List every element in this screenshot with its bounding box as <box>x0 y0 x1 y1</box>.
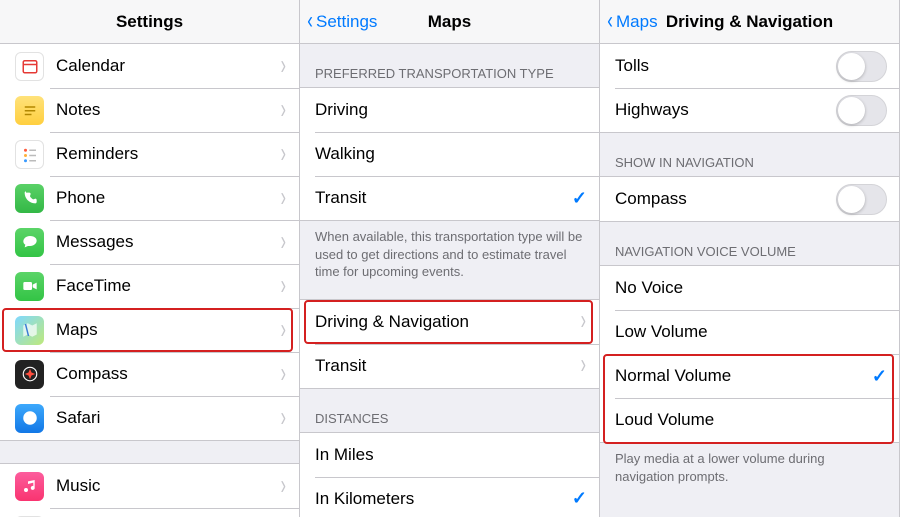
page-title: Maps <box>428 12 471 32</box>
row-label: Notes <box>56 100 280 120</box>
row-label: Low Volume <box>615 322 887 342</box>
music-icon <box>15 472 44 501</box>
transport-option-driving[interactable]: Driving <box>300 88 599 132</box>
maps-icon <box>15 316 44 345</box>
row-label: In Kilometers <box>315 489 572 509</box>
chevron-right-icon: › <box>581 306 586 338</box>
row-label: Tolls <box>615 56 836 76</box>
driving-nav-panel: ‹ Maps Driving & Navigation Tolls Highway… <box>600 0 900 517</box>
chevron-right-icon: › <box>281 226 286 258</box>
section-footer-transport: When available, this transportation type… <box>300 221 599 289</box>
volume-option-normal-volume[interactable]: Normal Volume✓ <box>600 354 899 398</box>
notes-icon <box>15 96 44 125</box>
back-button[interactable]: ‹ Maps <box>606 0 658 44</box>
chevron-right-icon: › <box>281 50 286 82</box>
settings-row-notes[interactable]: Notes› <box>0 88 299 132</box>
chevron-right-icon: › <box>281 402 286 434</box>
compass-icon <box>15 360 44 389</box>
settings-row-phone[interactable]: Phone› <box>0 176 299 220</box>
row-label: Phone <box>56 188 280 208</box>
row-label: Highways <box>615 100 836 120</box>
navbar: ‹ Maps Driving & Navigation <box>600 0 899 44</box>
calendar-icon <box>15 52 44 81</box>
distance-option-in-miles[interactable]: In Miles <box>300 433 599 477</box>
avoid-toggle-tolls: Tolls <box>600 44 899 88</box>
chevron-right-icon: › <box>281 358 286 390</box>
row-label: Calendar <box>56 56 280 76</box>
nav-row-driving-navigation[interactable]: Driving & Navigation› <box>300 300 599 344</box>
row-label: No Voice <box>615 278 887 298</box>
chevron-right-icon: › <box>281 94 286 126</box>
section-header-volume: NAVIGATION VOICE VOLUME <box>600 222 899 265</box>
section-footer-volume: Play media at a lower volume during navi… <box>600 443 899 493</box>
row-label: Transit <box>315 356 580 376</box>
row-label: Maps <box>56 320 280 340</box>
settings-row-maps[interactable]: Maps› <box>0 308 299 352</box>
settings-panel: Settings Calendar›Notes›Reminders›Phone›… <box>0 0 300 517</box>
volume-option-no-voice[interactable]: No Voice <box>600 266 899 310</box>
chevron-right-icon: › <box>581 350 586 382</box>
chevron-right-icon: › <box>281 270 286 302</box>
row-label: In Miles <box>315 445 587 465</box>
settings-row-messages[interactable]: Messages› <box>0 220 299 264</box>
row-label: Compass <box>615 189 836 209</box>
chevron-left-icon: ‹ <box>607 9 613 33</box>
messages-icon <box>15 228 44 257</box>
transport-option-transit[interactable]: Transit✓ <box>300 176 599 220</box>
back-label: Maps <box>616 12 658 32</box>
settings-row-compass[interactable]: Compass› <box>0 352 299 396</box>
navbar: ‹ Settings Maps <box>300 0 599 44</box>
chevron-left-icon: ‹ <box>307 9 313 33</box>
volume-option-loud-volume[interactable]: Loud Volume <box>600 398 899 442</box>
row-label: Messages <box>56 232 280 252</box>
settings-row-reminders[interactable]: Reminders› <box>0 132 299 176</box>
navbar: Settings <box>0 0 299 44</box>
show-toggle-compass: Compass <box>600 177 899 221</box>
maps-settings-panel: ‹ Settings Maps PREFERRED TRANSPORTATION… <box>300 0 600 517</box>
reminders-icon <box>15 140 44 169</box>
section-header-transport: PREFERRED TRANSPORTATION TYPE <box>300 44 599 87</box>
phone-icon <box>15 184 44 213</box>
section-header-show: SHOW IN NAVIGATION <box>600 133 899 176</box>
section-header-distances: DISTANCES <box>300 389 599 432</box>
safari-icon <box>15 404 44 433</box>
page-title: Settings <box>116 12 183 32</box>
toggle-switch[interactable] <box>836 51 887 82</box>
row-label: Driving <box>315 100 587 120</box>
row-label: Music <box>56 476 280 496</box>
avoid-toggle-highways: Highways <box>600 88 899 132</box>
row-label: Safari <box>56 408 280 428</box>
row-label: Normal Volume <box>615 366 872 386</box>
back-label: Settings <box>316 12 377 32</box>
settings-row-facetime[interactable]: FaceTime› <box>0 264 299 308</box>
settings-list: Calendar›Notes›Reminders›Phone›Messages›… <box>0 44 299 517</box>
chevron-right-icon: › <box>281 470 286 502</box>
chevron-right-icon: › <box>281 138 286 170</box>
nav-row-transit[interactable]: Transit› <box>300 344 599 388</box>
row-label: Reminders <box>56 144 280 164</box>
back-button[interactable]: ‹ Settings <box>306 0 377 44</box>
page-title: Driving & Navigation <box>666 12 833 32</box>
row-label: Driving & Navigation <box>315 312 580 332</box>
row-label: Loud Volume <box>615 410 887 430</box>
checkmark-icon: ✓ <box>572 188 587 209</box>
checkmark-icon: ✓ <box>872 366 887 387</box>
chevron-right-icon: › <box>281 314 286 346</box>
settings-row-safari[interactable]: Safari› <box>0 396 299 440</box>
facetime-icon <box>15 272 44 301</box>
toggle-switch[interactable] <box>836 184 887 215</box>
row-label: Compass <box>56 364 280 384</box>
checkmark-icon: ✓ <box>572 488 587 509</box>
settings-row-music[interactable]: Music› <box>0 464 299 508</box>
toggle-switch[interactable] <box>836 95 887 126</box>
settings-row-calendar[interactable]: Calendar› <box>0 44 299 88</box>
row-label: Transit <box>315 188 572 208</box>
chevron-right-icon: › <box>281 182 286 214</box>
volume-option-low-volume[interactable]: Low Volume <box>600 310 899 354</box>
row-label: FaceTime <box>56 276 280 296</box>
row-label: Walking <box>315 144 587 164</box>
settings-row-videos[interactable]: Videos› <box>0 508 299 517</box>
distance-option-in-kilometers[interactable]: In Kilometers✓ <box>300 477 599 517</box>
transport-option-walking[interactable]: Walking <box>300 132 599 176</box>
